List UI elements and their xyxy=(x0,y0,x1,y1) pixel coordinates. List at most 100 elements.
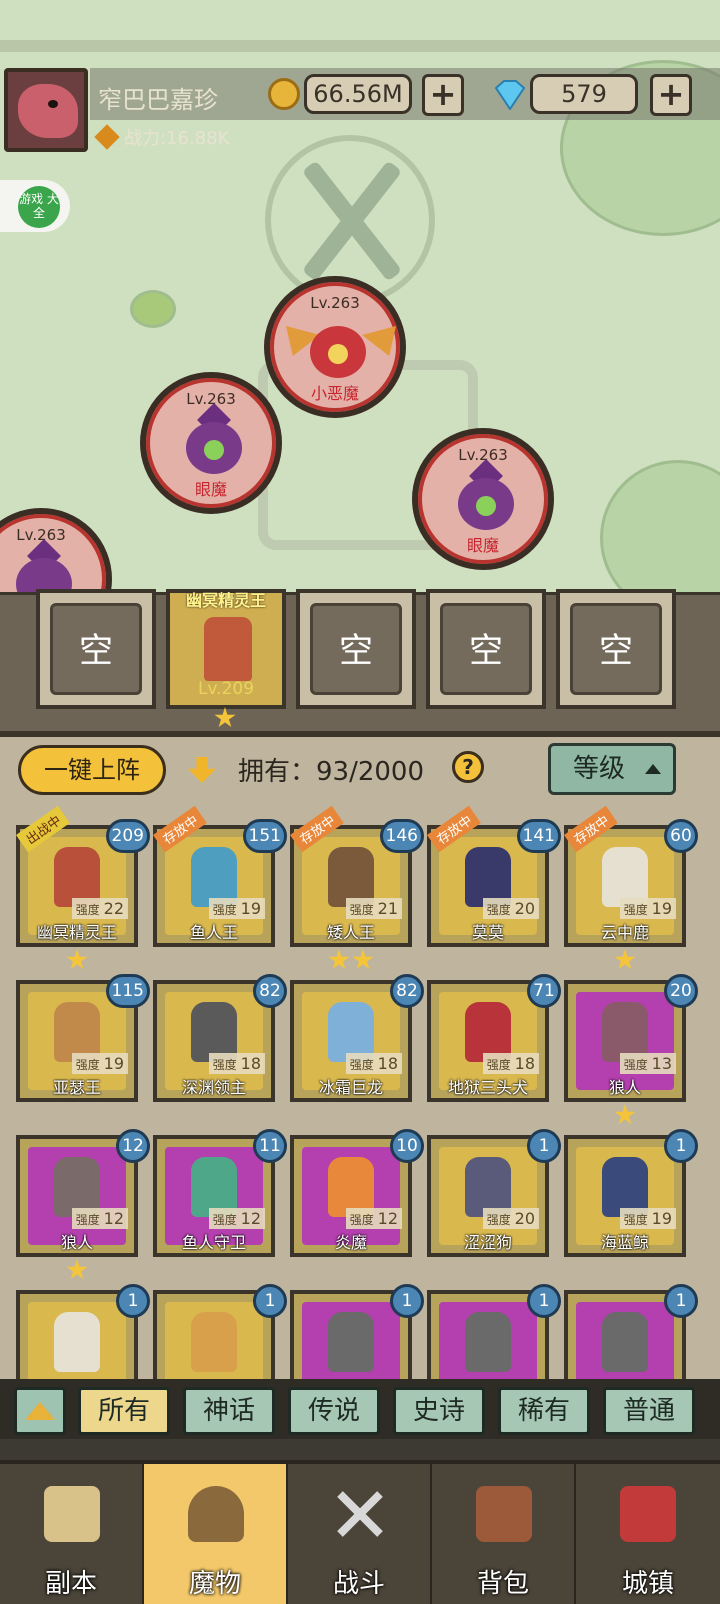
monster-grid: 强度 22 幽冥精灵王 209 出战中 强度 19 鱼人王 151 存放中 强度 21 矮人王 14… xyxy=(0,803,720,1379)
monster-level-badge: 209 xyxy=(105,819,150,853)
monster-card[interactable]: 1 xyxy=(564,1284,698,1379)
map-road xyxy=(0,40,720,52)
monster-card[interactable]: 强度 13 狼人 20 xyxy=(564,974,698,1102)
lineup-slot[interactable]: 空 xyxy=(426,589,546,709)
monster-card[interactable]: 1 xyxy=(16,1284,150,1379)
power-badge: 强度 12 xyxy=(345,1208,402,1229)
filter-all[interactable]: 所有 xyxy=(78,1387,170,1435)
monster-card[interactable]: 强度 20 涩涩狗 1 xyxy=(427,1129,561,1257)
triangle-up-icon xyxy=(25,1402,55,1420)
enemy-node[interactable]: Lv.263 小恶魔 xyxy=(264,276,406,418)
power-badge: 强度 18 xyxy=(208,1053,265,1074)
power-badge: 强度 20 xyxy=(482,1208,539,1229)
power-value: 22 xyxy=(103,899,124,918)
monster-card[interactable]: 强度 20 莫莫 141 存放中 xyxy=(427,805,561,947)
monster-portrait xyxy=(191,1312,237,1372)
nav-town[interactable]: 城镇 xyxy=(576,1464,720,1604)
gold-coin-icon xyxy=(268,78,300,110)
monster-portrait xyxy=(465,1312,511,1372)
game-center-badge[interactable]: 游戏 大全 xyxy=(0,180,70,232)
nav-monsters[interactable]: 魔物 xyxy=(144,1464,288,1604)
shop-building-icon xyxy=(620,1486,676,1542)
power-value: 12 xyxy=(240,1209,261,1228)
power-label: 强度 xyxy=(75,1213,100,1227)
nav-label: 魔物 xyxy=(188,1569,241,1599)
power-value: 20 xyxy=(514,1209,535,1228)
monster-card[interactable]: 强度 18 深渊领主 82 xyxy=(153,974,287,1102)
power-label: 强度 xyxy=(486,903,511,917)
power-label: 强度 xyxy=(349,1213,374,1227)
monster-name: 狼人 xyxy=(60,1233,93,1252)
filter-common[interactable]: 普通 xyxy=(603,1387,695,1435)
monster-name: 幽冥精灵王 xyxy=(36,923,117,942)
filter-epic[interactable]: 史诗 xyxy=(393,1387,485,1435)
collapse-button[interactable] xyxy=(14,1387,66,1435)
power-value: 21 xyxy=(377,899,398,918)
player-avatar[interactable] xyxy=(4,68,88,152)
power-badge: 强度 19 xyxy=(619,898,676,919)
monster-level-badge: 1 xyxy=(253,1284,287,1318)
hero-name: 幽冥精灵王 xyxy=(185,591,266,610)
power-badge: 强度 22 xyxy=(71,898,128,919)
power-label: 强度 xyxy=(212,1058,237,1072)
helmet-icon xyxy=(188,1486,244,1542)
power-label: 强度 xyxy=(623,903,648,917)
enemy-node[interactable]: Lv.263 眼魔 xyxy=(140,372,282,514)
auto-deploy-button[interactable]: 一键上阵 xyxy=(18,745,166,795)
player-header: 窄巴巴嘉珍 66.56M + 579 + 战力:16.88K xyxy=(0,66,720,156)
add-gems-button[interactable]: + xyxy=(650,74,692,116)
lineup-slot[interactable]: 空 xyxy=(36,589,156,709)
power-label: 强度 xyxy=(486,1213,511,1227)
power-label: 强度 xyxy=(349,1058,374,1072)
monster-card[interactable]: 强度 12 狼人 12 xyxy=(16,1129,150,1257)
enemy-name: 眼魔 xyxy=(466,536,499,555)
filter-legendary[interactable]: 传说 xyxy=(288,1387,380,1435)
filter-mythic[interactable]: 神话 xyxy=(183,1387,275,1435)
power-badge: 强度 13 xyxy=(619,1053,676,1074)
monster-card[interactable]: 强度 19 亚瑟王 115 xyxy=(16,974,150,1102)
enemy-node[interactable]: Lv.263 xyxy=(0,508,112,600)
monster-level-badge: 151 xyxy=(242,819,287,853)
power-icon xyxy=(94,124,120,150)
monster-card[interactable]: 强度 18 地狱三头犬 71 xyxy=(427,974,561,1102)
power-badge: 强度 18 xyxy=(482,1053,539,1074)
star-icon xyxy=(66,1259,88,1280)
monster-name: 冰霜巨龙 xyxy=(318,1078,383,1097)
monster-card[interactable]: 1 xyxy=(427,1284,561,1379)
monster-card[interactable]: 强度 19 海蓝鲸 1 xyxy=(564,1129,698,1257)
power-label: 强度 xyxy=(212,1213,237,1227)
monster-level-badge: 82 xyxy=(390,974,424,1008)
monster-card[interactable]: 1 xyxy=(290,1284,424,1379)
power-value: 18 xyxy=(240,1054,261,1073)
hero-portrait xyxy=(204,617,252,681)
monster-card[interactable]: 强度 12 鱼人守卫 11 xyxy=(153,1129,287,1257)
monster-card[interactable]: 强度 21 矮人王 146 存放中 xyxy=(290,805,424,947)
game-center-icon: 游戏 大全 xyxy=(18,186,60,228)
combat-power: 战力:16.88K xyxy=(94,124,229,150)
lineup-slot[interactable]: 空 xyxy=(296,589,416,709)
enemy-name: 小恶魔 xyxy=(310,384,359,403)
enemy-level: Lv.263 xyxy=(310,294,360,312)
empty-slot-label: 空 xyxy=(310,603,402,695)
monster-card[interactable]: 强度 18 冰霜巨龙 82 xyxy=(290,974,424,1102)
monster-level-badge: 10 xyxy=(390,1129,424,1163)
map-scroll-icon xyxy=(44,1486,100,1542)
nav-dungeon[interactable]: 副本 xyxy=(0,1464,144,1604)
monster-card[interactable]: 1 xyxy=(153,1284,287,1379)
monster-level-badge: 60 xyxy=(664,819,698,853)
add-gold-button[interactable]: + xyxy=(422,74,464,116)
sort-button[interactable]: 等级 xyxy=(548,743,676,795)
monster-card[interactable]: 强度 12 炎魔 10 xyxy=(290,1129,424,1257)
monster-card[interactable]: 强度 19 鱼人王 151 存放中 xyxy=(153,805,287,947)
nav-battle[interactable]: 战斗 xyxy=(288,1464,432,1604)
power-value: 20 xyxy=(514,899,535,918)
monster-card[interactable]: 强度 22 幽冥精灵王 209 出战中 xyxy=(16,805,150,947)
nav-bag[interactable]: 背包 xyxy=(432,1464,576,1604)
lineup-slot-hero[interactable]: 幽冥精灵王 Lv.209 xyxy=(166,589,286,709)
monster-card[interactable]: 强度 19 云中鹿 60 存放中 xyxy=(564,805,698,947)
enemy-node[interactable]: Lv.263 眼魔 xyxy=(412,428,554,570)
star-icon xyxy=(328,949,350,970)
filter-rare[interactable]: 稀有 xyxy=(498,1387,590,1435)
help-button[interactable]: ? xyxy=(452,751,484,783)
lineup-slot[interactable]: 空 xyxy=(556,589,676,709)
